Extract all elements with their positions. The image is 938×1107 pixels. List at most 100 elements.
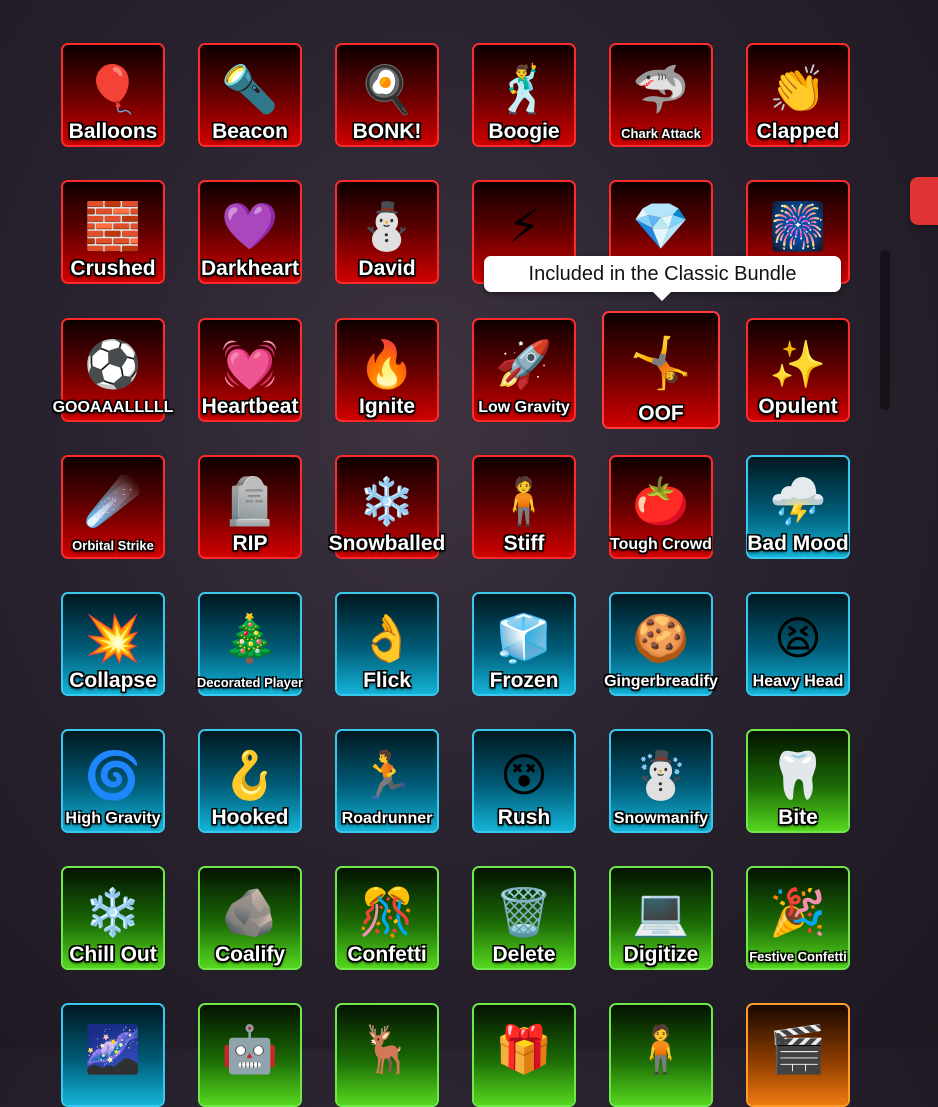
emote-label: Festive Confetti	[749, 949, 847, 964]
emote-tile[interactable]: 🎊 Confetti	[335, 866, 439, 970]
emote-label: Hooked	[211, 806, 289, 829]
scrollbar[interactable]	[880, 250, 890, 410]
emote-tile[interactable]: 🦌	[335, 1003, 439, 1107]
emote-character-icon: ⚡	[507, 200, 541, 252]
emote-label: Boogie	[488, 120, 560, 143]
emote-label: Clapped	[756, 120, 840, 143]
emote-label: Opulent	[758, 395, 838, 418]
emote-character-icon: 💎	[632, 200, 690, 252]
emote-label: David	[358, 257, 416, 280]
emote-character-icon: ⛄	[358, 200, 416, 252]
emote-tile[interactable]: 🧱 Crushed	[61, 180, 165, 284]
emote-character-icon: ✨	[769, 338, 827, 390]
emote-tile[interactable]: 🪝 Hooked	[198, 729, 302, 833]
emote-character-icon: 🕺	[495, 63, 553, 115]
emote-tile[interactable]: 🚀 Low Gravity	[472, 318, 576, 422]
emote-character-icon: ☃️	[632, 749, 690, 801]
emote-label: Tough Crowd	[610, 536, 712, 553]
emote-tile[interactable]: 💓 Heartbeat	[198, 318, 302, 422]
emote-label: Balloons	[68, 120, 158, 143]
emote-tile[interactable]: 💻 Digitize	[609, 866, 713, 970]
emote-character-icon: ⛈️	[769, 475, 827, 527]
emote-label: Decorated Player	[196, 675, 304, 690]
emote-tile[interactable]: ⚽ GOOAAALLLLL	[53, 318, 173, 422]
emote-label: Low Gravity	[478, 399, 570, 416]
emote-label: Beacon	[212, 120, 288, 143]
emote-tile[interactable]: 🎉 Festive Confetti	[746, 866, 850, 970]
emote-tile[interactable]: 🤸 OOF	[602, 311, 720, 429]
emote-character-icon: 🔦	[221, 63, 279, 115]
emote-character-icon: 😵	[500, 749, 548, 801]
emote-tile[interactable]: 😫 Heavy Head	[746, 592, 850, 696]
side-tab-button[interactable]	[910, 177, 938, 225]
emote-tile[interactable]: 🍪 Gingerbreadify	[604, 592, 718, 696]
emote-character-icon: 🤸	[629, 335, 693, 392]
emote-character-icon: 💓	[221, 338, 279, 390]
emote-label: Rush	[497, 806, 551, 829]
bundle-tooltip: Included in the Classic Bundle	[484, 256, 841, 301]
emote-tile[interactable]: 🍳 BONK!	[335, 43, 439, 147]
emote-label: OOF	[638, 402, 684, 425]
emote-character-icon: 🦌	[358, 1023, 416, 1075]
emote-tile[interactable]: ☃️ Snowmanify	[609, 729, 713, 833]
emote-tile[interactable]: 🤖	[198, 1003, 302, 1107]
emote-tile[interactable]: 😵 Rush	[472, 729, 576, 833]
emote-character-icon: 🎬	[769, 1023, 827, 1075]
emote-tile[interactable]: ⛄ David	[335, 180, 439, 284]
emote-character-icon: 👏	[769, 63, 827, 115]
emote-tile[interactable]: 🗑️ Delete	[472, 866, 576, 970]
emote-tile[interactable]: 🕺 Boogie	[472, 43, 576, 147]
emote-character-icon: 🪦	[221, 475, 279, 527]
emote-tile[interactable]: 🧍	[609, 1003, 713, 1107]
emote-tile[interactable]: ❄️ Snowballed	[329, 455, 445, 559]
emote-tile[interactable]: 🎁	[472, 1003, 576, 1107]
emote-label: Delete	[492, 943, 556, 966]
emote-tile[interactable]: 🦷 Bite	[746, 729, 850, 833]
emote-label: Snowmanify	[613, 810, 709, 827]
emote-label: Gingerbreadify	[604, 673, 718, 690]
emote-label: High Gravity	[65, 810, 161, 827]
emote-character-icon: 🎆	[769, 200, 827, 252]
emote-tile[interactable]: 👏 Clapped	[746, 43, 850, 147]
emote-tile[interactable]: 🦈 Chark Attack	[609, 43, 713, 147]
emote-tile[interactable]: 🎬	[746, 1003, 850, 1107]
emote-label: Crushed	[70, 257, 156, 280]
emote-tile[interactable]: ⛈️ Bad Mood	[746, 455, 850, 559]
emote-tile[interactable]: 🧊 Frozen	[472, 592, 576, 696]
emote-character-icon: 🔥	[358, 338, 416, 390]
emote-tile[interactable]: ✨ Opulent	[746, 318, 850, 422]
emote-tile[interactable]: 🌌	[61, 1003, 165, 1107]
emote-tile[interactable]: 🧍 Stiff	[472, 455, 576, 559]
emote-character-icon: 💜	[221, 200, 279, 252]
emote-character-icon: 🎈	[84, 63, 142, 115]
emote-tile[interactable]: 🔥 Ignite	[335, 318, 439, 422]
emote-label: Chill Out	[69, 943, 157, 966]
emote-label: Coalify	[214, 943, 286, 966]
emote-tile[interactable]: ❄️ Chill Out	[61, 866, 165, 970]
emote-tile[interactable]: 👌 Flick	[335, 592, 439, 696]
emote-tile[interactable]: 🪦 RIP	[198, 455, 302, 559]
emote-character-icon: ⚽	[84, 338, 142, 390]
emote-label: Bad Mood	[747, 532, 849, 555]
emote-character-icon: 🤖	[221, 1023, 279, 1075]
emote-character-icon: 🎁	[495, 1023, 553, 1075]
emote-tile[interactable]: 🔦 Beacon	[198, 43, 302, 147]
emote-character-icon: 💻	[632, 886, 690, 938]
emote-label: Collapse	[69, 669, 157, 692]
emote-tile[interactable]: 🎄 Decorated Player	[196, 592, 304, 696]
emote-tile[interactable]: 🌀 High Gravity	[61, 729, 165, 833]
emote-tile[interactable]: 🪨 Coalify	[198, 866, 302, 970]
emote-tile[interactable]: 🍅 Tough Crowd	[609, 455, 713, 559]
emote-tile[interactable]: 💥 Collapse	[61, 592, 165, 696]
emote-character-icon: ❄️	[358, 475, 416, 527]
emote-character-icon: 🗑️	[495, 886, 553, 938]
emote-character-icon: 🏃	[358, 749, 416, 801]
emote-tile[interactable]: ☄️ Orbital Strike	[61, 455, 165, 559]
emote-label: Heartbeat	[201, 395, 299, 418]
emote-label: Ignite	[359, 395, 415, 418]
emote-tile[interactable]: 🏃 Roadrunner	[335, 729, 439, 833]
emote-tile[interactable]: 🎈 Balloons	[61, 43, 165, 147]
emote-label: Bite	[778, 806, 818, 829]
emote-tile[interactable]: 💜 Darkheart	[198, 180, 302, 284]
emote-character-icon: 🍪	[632, 612, 690, 664]
